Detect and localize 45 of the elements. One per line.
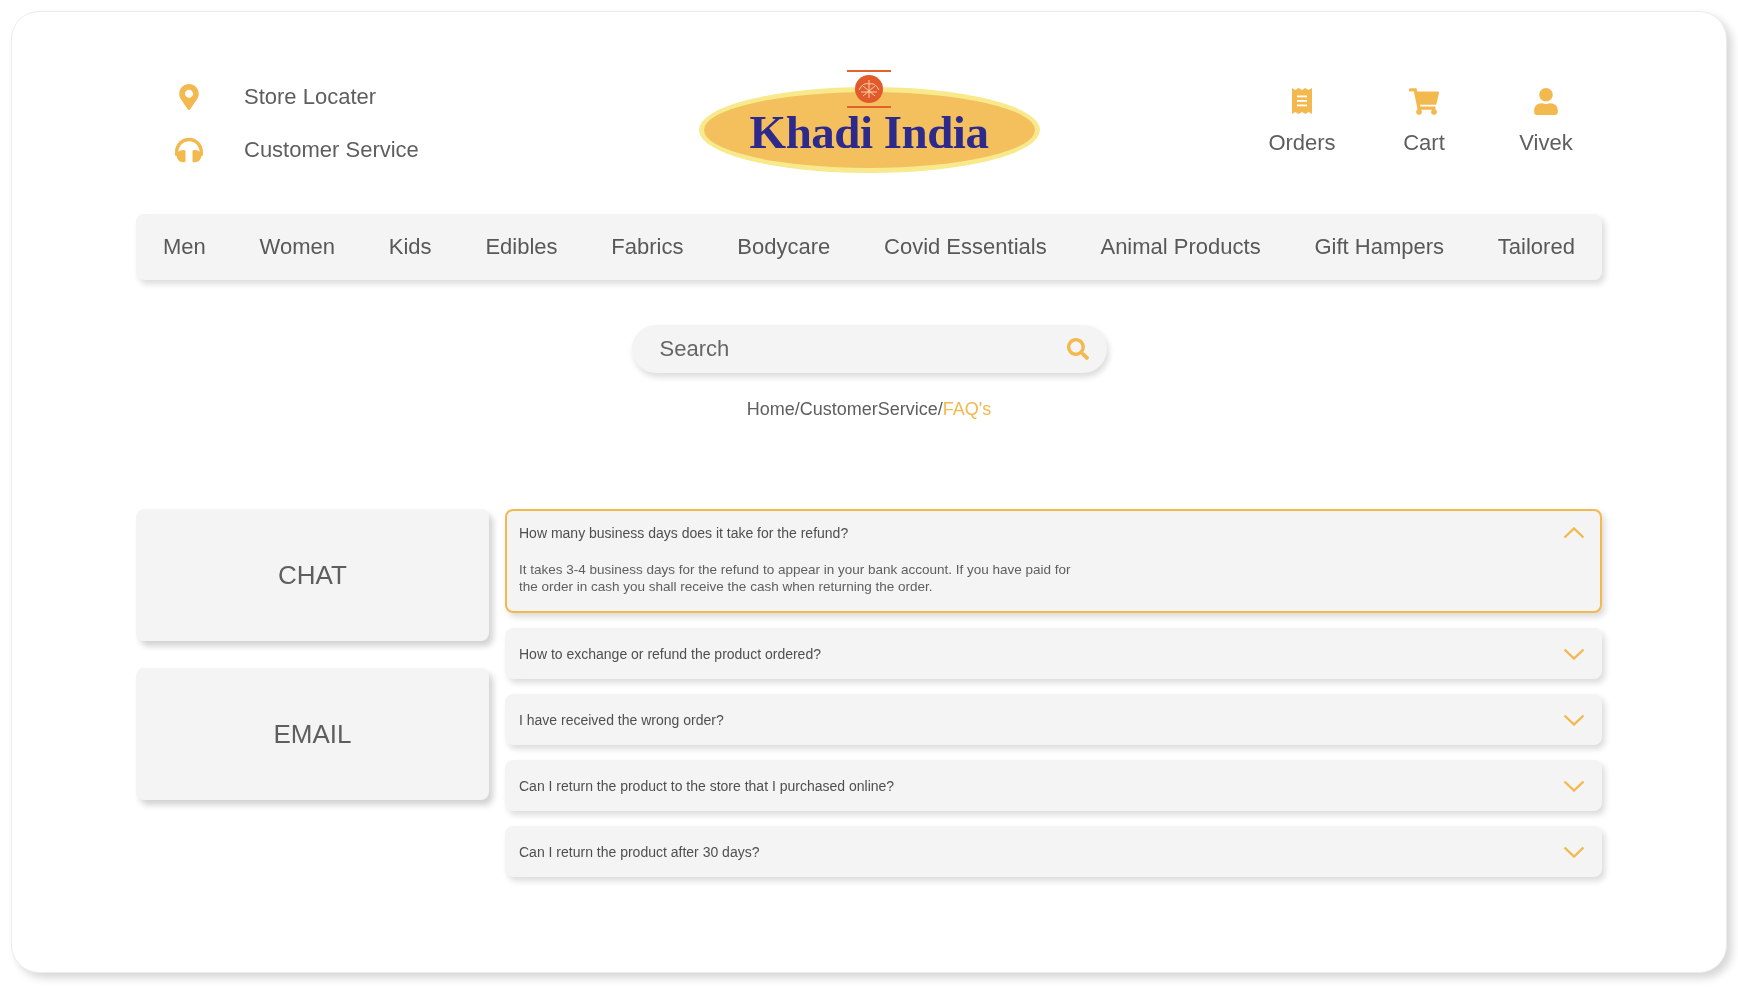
chevron-down-icon — [1563, 713, 1585, 726]
map-pin-icon — [179, 84, 199, 110]
chevron-down-icon — [1563, 647, 1585, 660]
user-icon — [1534, 87, 1558, 115]
nav-link[interactable]: Covid Essentials — [884, 234, 1047, 260]
header-link[interactable]: Customer Service — [244, 137, 419, 163]
nav-link[interactable]: Men — [163, 234, 206, 260]
breadcrumb-link[interactable]: CustomerService — [799, 398, 938, 420]
chevron-up-icon — [1563, 527, 1585, 539]
nav-link[interactable]: Animal Products — [1100, 234, 1261, 260]
nav-link[interactable]: Gift Hampers — [1314, 234, 1445, 260]
faq-question: Can I return the product to the store that I purchased online? — [519, 776, 895, 796]
nav-link[interactable]: Fabrics — [611, 234, 684, 260]
faq-question: How to exchange or refund the product ordered? — [519, 644, 821, 664]
contact-button[interactable]: CHAT — [136, 509, 489, 641]
breadcrumb-link[interactable]: Home — [746, 398, 795, 420]
chevron-down-icon — [1563, 845, 1585, 858]
nav-link[interactable]: Tailored — [1497, 234, 1575, 260]
nav-link[interactable]: Edibles — [485, 234, 558, 260]
header-link[interactable]: Store Locater — [244, 84, 377, 110]
search-field[interactable]: Search — [631, 325, 1107, 373]
faq-item[interactable]: I have received the wrong order? — [505, 694, 1602, 745]
faq-item[interactable]: Can I return the product after 30 days? — [505, 826, 1602, 877]
chevron-down-icon — [1563, 779, 1585, 792]
header-action-link[interactable]: Vivek — [1519, 130, 1573, 156]
faq-answer: It takes 3-4 business days for the refund to appear in your bank account. If you have paid for the order in cash you shall receive the cash when returning the order. — [519, 561, 1072, 595]
faq-question: How many business days does it take for the refund? — [519, 524, 849, 543]
breadcrumb-separator: / — [794, 398, 800, 420]
breadcrumb-separator: / — [937, 398, 943, 420]
logo[interactable]: Khadi India — [698, 87, 1040, 173]
faq-question: I have received the wrong order? — [519, 710, 724, 730]
faq-item[interactable]: How to exchange or refund the product ordered? — [505, 628, 1602, 679]
nav-link[interactable]: Women — [259, 234, 335, 260]
contact-button[interactable]: EMAIL — [136, 668, 489, 800]
header-action-link[interactable]: Orders — [1268, 130, 1336, 156]
headphones-icon — [175, 136, 203, 164]
faq-item[interactable]: Can I return the product to the store that I purchased online? — [505, 760, 1602, 811]
faq-question: Can I return the product after 30 days? — [519, 842, 760, 862]
logo-text: Khadi India — [749, 104, 989, 156]
nav-link[interactable]: Bodycare — [737, 234, 831, 260]
nav-link[interactable]: Kids — [388, 234, 432, 260]
header-action-link[interactable]: Cart — [1403, 130, 1445, 156]
receipt-icon — [1292, 88, 1312, 114]
faq-item[interactable] — [505, 509, 1602, 613]
cart-icon — [1409, 87, 1439, 115]
